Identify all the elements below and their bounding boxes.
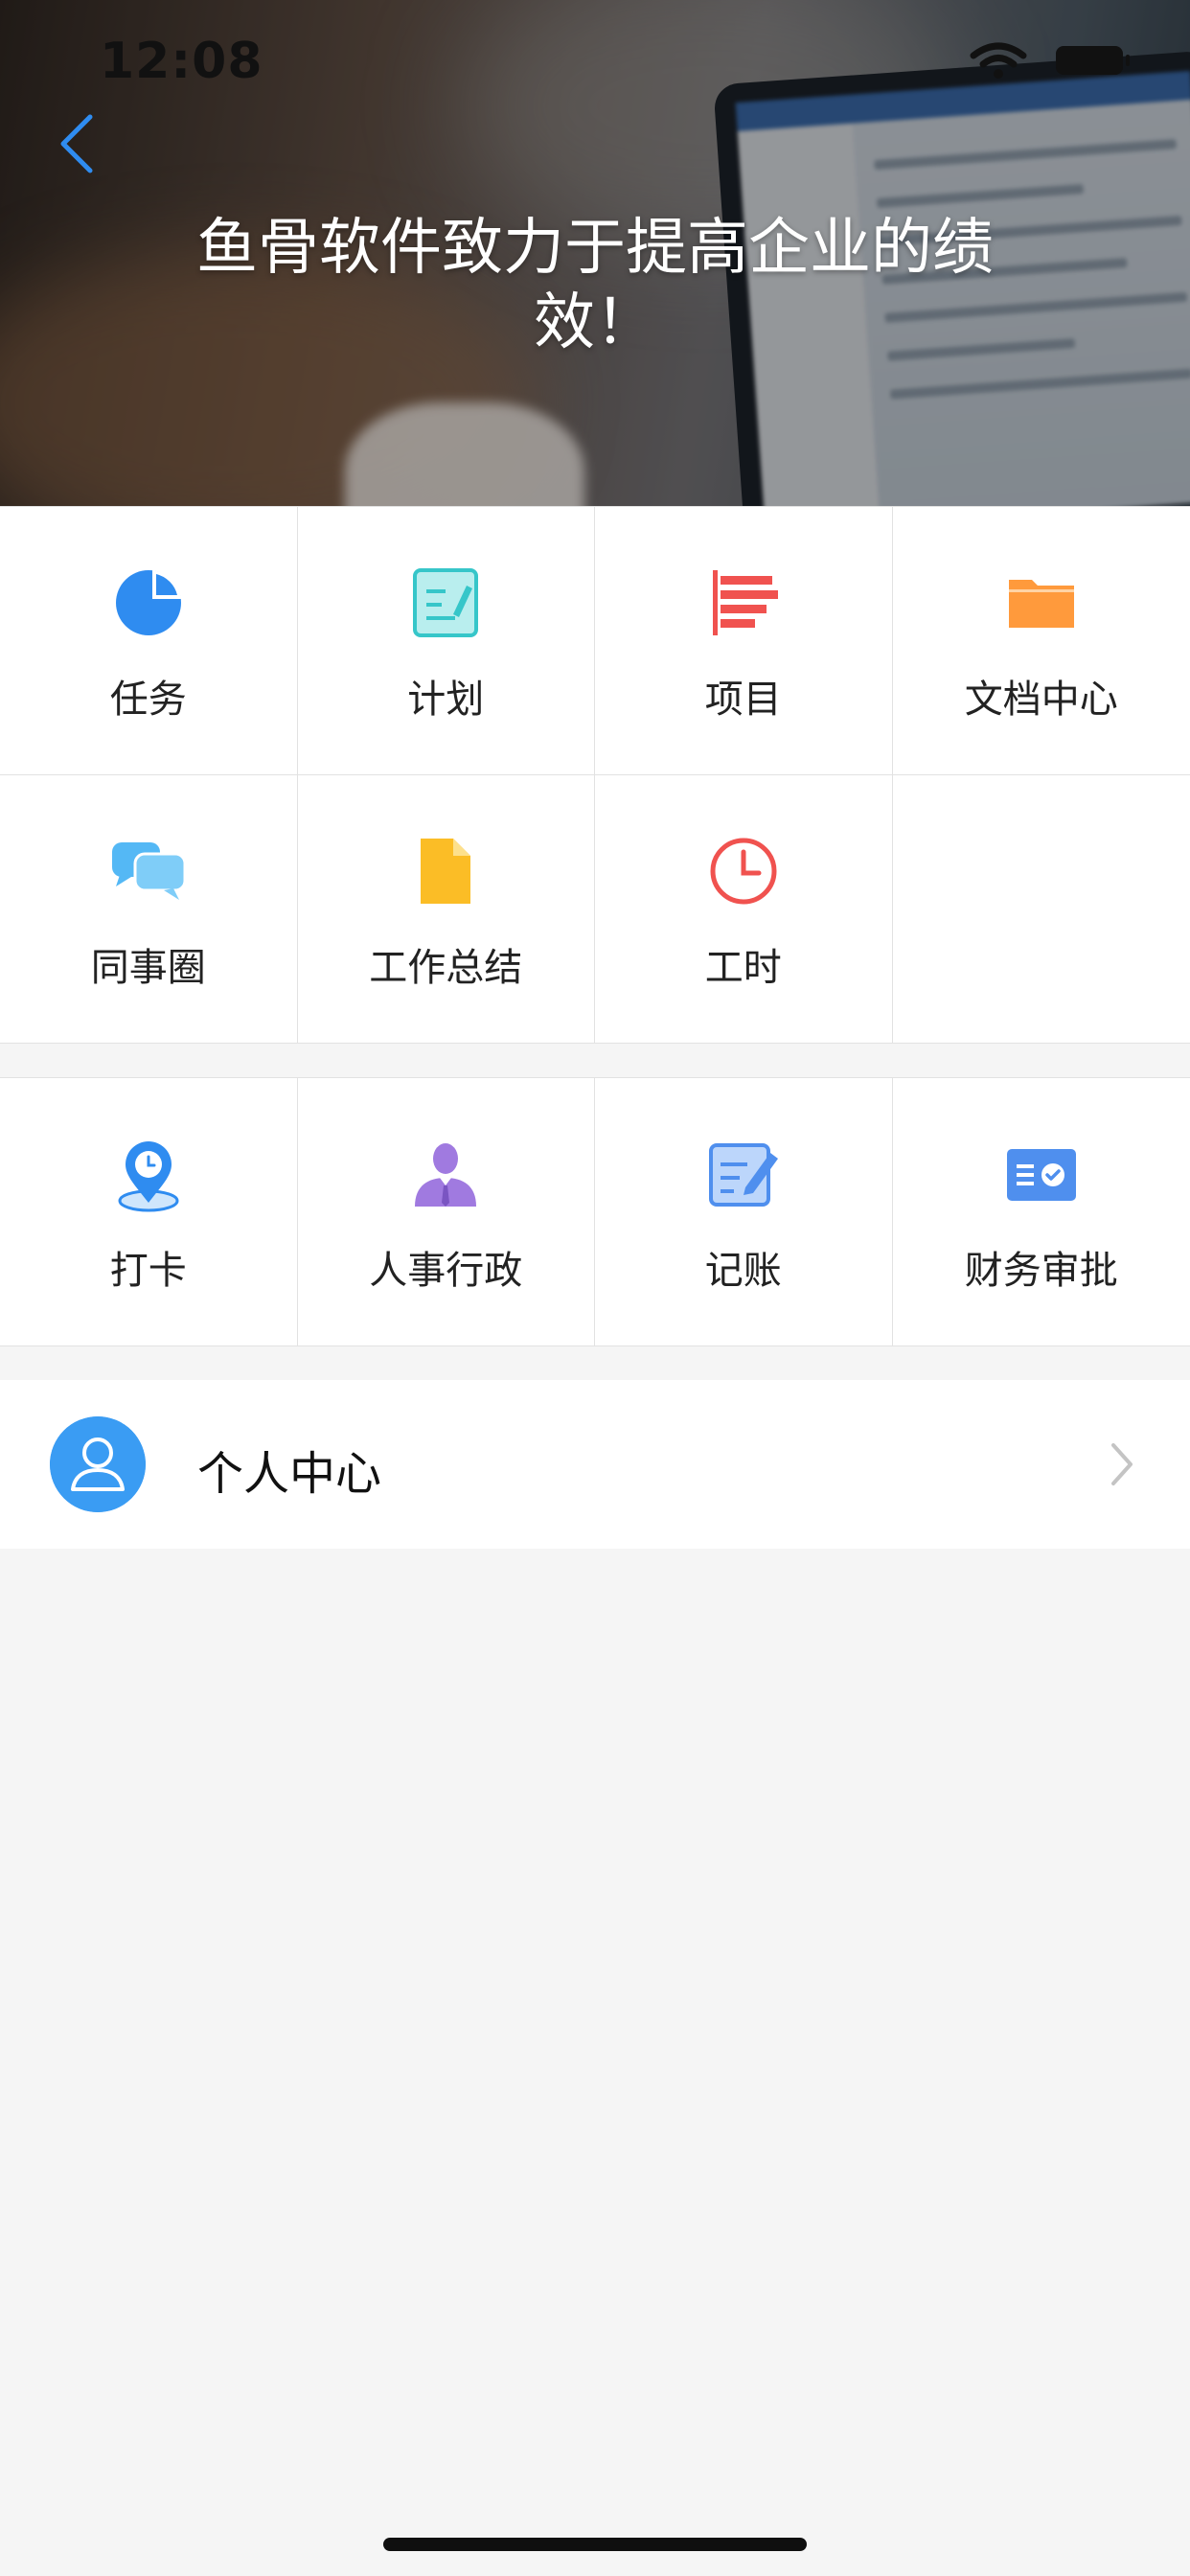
grid-item-label: 财务审批 [964,1249,1118,1293]
extra-function-grid: 打卡 人事行政 记账 财务审批 [0,1077,1190,1346]
project-bars-icon [712,570,778,635]
hero-banner: 12:08 鱼骨软件致力于提高企业的绩效！ [0,0,1190,506]
grid-item-document-center[interactable]: 文档中心 [892,507,1190,775]
hero-slogan: 鱼骨软件致力于提高企业的绩效！ [196,213,994,358]
wifi-icon [970,42,1027,79]
personal-center-row[interactable]: 个人中心 [0,1380,1190,1549]
folder-icon [1008,580,1074,628]
chat-bubbles-icon [111,842,187,900]
grid-item-label: 记账 [704,1249,782,1293]
clock-icon [710,838,777,905]
document-icon [421,839,471,904]
person-icon [415,1143,477,1207]
status-bar-time: 12:08 [100,33,263,90]
chevron-right-icon [1111,1443,1133,1485]
grid-item-label: 工作总结 [369,946,523,990]
grid-item-plan[interactable]: 计划 [297,507,595,775]
grid-item-task[interactable]: 任务 [0,507,298,775]
grid-item-finance-approval[interactable]: 财务审批 [892,1078,1190,1346]
pie-chart-icon [115,570,181,635]
grid-item-work-summary[interactable]: 工作总结 [297,775,595,1044]
user-icon [50,1416,146,1512]
plan-icon [413,568,479,637]
battery-icon [1056,46,1130,75]
grid-item-label: 同事圈 [90,946,206,990]
location-clock-icon [118,1141,179,1212]
back-button[interactable] [48,105,105,182]
main-function-grid: 任务 计划 项目 文档中心 同事圈 工作总结 工时 [0,506,1190,1044]
approval-card-icon [1006,1149,1076,1201]
grid-item-project[interactable]: 项目 [595,507,893,775]
grid-item-hr-admin[interactable]: 人事行政 [297,1078,595,1346]
edit-note-icon [708,1143,778,1207]
grid-item-label: 文档中心 [964,678,1118,722]
personal-center-label: 个人中心 [197,1447,382,1501]
grid-item-check-in[interactable]: 打卡 [0,1078,298,1346]
grid-item-label: 计划 [407,678,485,722]
grid-item-colleague-circle[interactable]: 同事圈 [0,775,298,1044]
grid-item-label: 项目 [704,678,782,722]
grid-item-empty [892,775,1190,1044]
grid-item-label: 人事行政 [369,1249,523,1293]
grid-item-label: 打卡 [109,1249,187,1293]
grid-item-work-hours[interactable]: 工时 [595,775,893,1044]
status-bar-icons [970,42,1130,80]
grid-item-label: 工时 [704,946,782,990]
grid-item-bookkeeping[interactable]: 记账 [595,1078,893,1346]
home-indicator[interactable] [383,2538,807,2551]
grid-item-label: 任务 [109,678,187,722]
